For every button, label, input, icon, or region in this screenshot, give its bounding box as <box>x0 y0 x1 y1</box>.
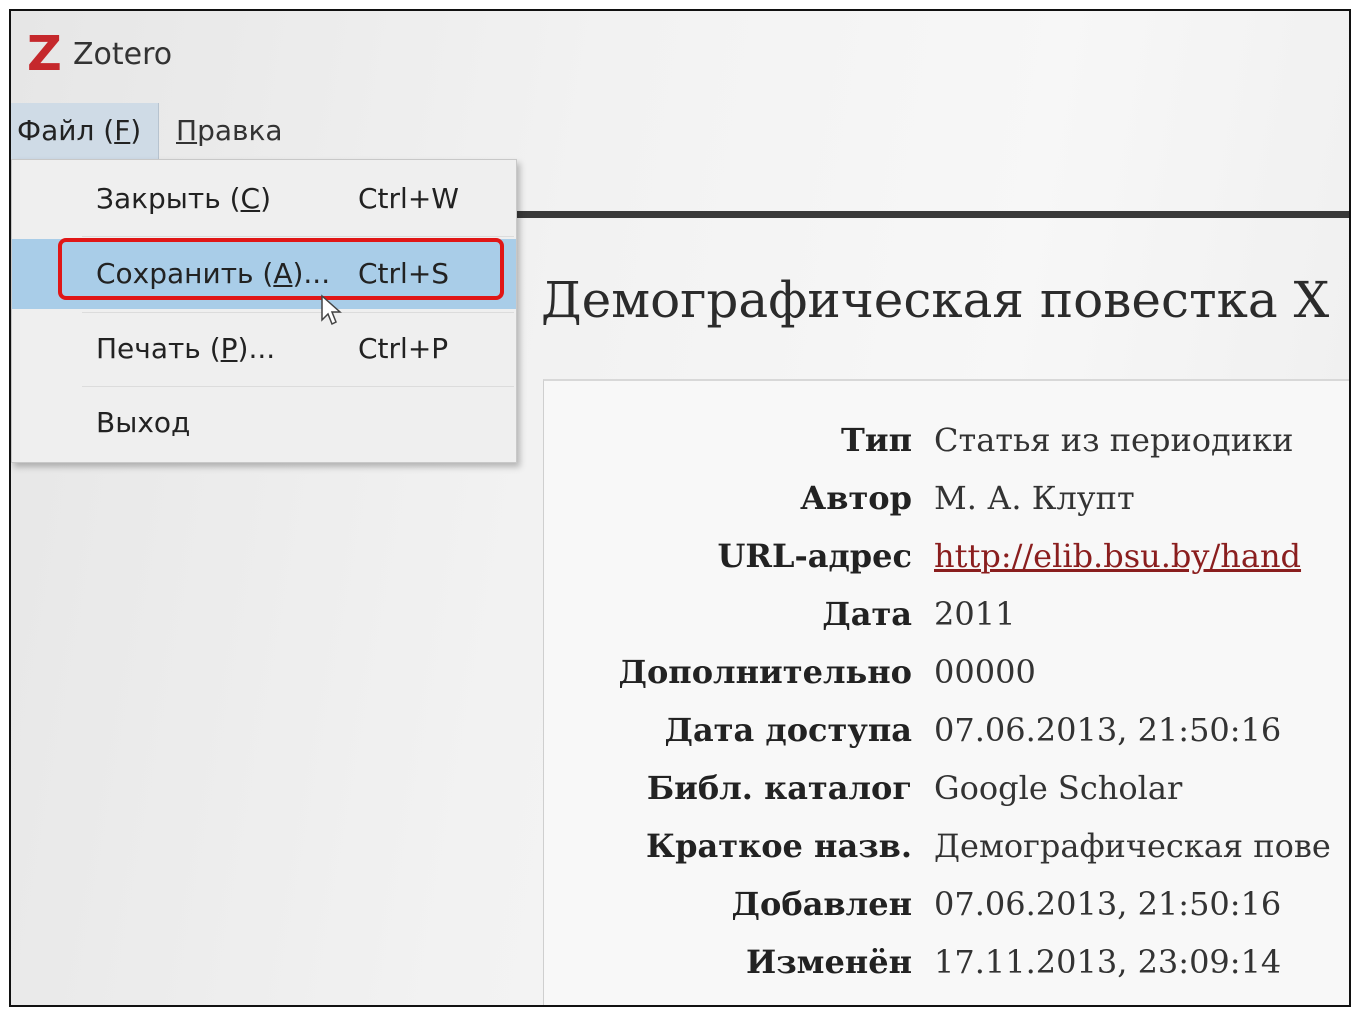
menu-item-shortcut: Ctrl+P <box>358 332 449 365</box>
field-value: 17.11.2013, 23:09:14 <box>934 943 1282 981</box>
field-row-date-modified: Изменён 17.11.2013, 23:09:14 <box>544 943 1349 1001</box>
field-value[interactable]: 07.06.2013, 21:50:16 <box>934 711 1281 749</box>
field-row-author: Автор М. А. Клупт <box>544 479 1349 537</box>
menu-item-print[interactable]: Печать (P)... Ctrl+P <box>12 314 516 384</box>
menu-separator <box>82 386 514 387</box>
menu-separator <box>82 312 514 313</box>
field-value[interactable]: 2011 <box>934 595 1015 633</box>
menu-item-exit[interactable]: Выход <box>12 388 516 458</box>
menu-file[interactable]: Файл (F) <box>11 103 159 159</box>
menu-edit-access-key: П <box>176 114 198 147</box>
field-value[interactable]: 00000 <box>934 653 1036 691</box>
menu-bar: Файл (F) Правка <box>11 103 1349 159</box>
title-bar: Z Zotero <box>11 11 1349 99</box>
field-key: Добавлен <box>731 885 912 923</box>
app-title: Zotero <box>73 37 173 72</box>
field-value[interactable]: Статья из периодики <box>934 421 1293 459</box>
menu-item-label: Печать (P)... <box>96 332 276 365</box>
zotero-logo-icon: Z <box>27 26 62 82</box>
field-key: Автор <box>800 479 912 517</box>
field-key: Изменён <box>745 943 912 981</box>
item-info-panel: Тип Статья из периодики Автор М. А. Клуп… <box>543 379 1349 1005</box>
field-row-extra: Дополнительно 00000 <box>544 653 1349 711</box>
field-key: Библ. каталог <box>646 769 912 807</box>
menu-item-close[interactable]: Закрыть (C) Ctrl+W <box>12 164 516 234</box>
field-value[interactable]: Google Scholar <box>934 769 1182 807</box>
field-row-short-title: Краткое назв. Демографическая пове <box>544 827 1349 885</box>
field-row-access-date: Дата доступа 07.06.2013, 21:50:16 <box>544 711 1349 769</box>
pane-divider <box>517 211 1349 218</box>
menu-edit-label: равка <box>197 114 283 147</box>
menu-item-label: Выход <box>96 406 191 439</box>
field-row-date-added: Добавлен 07.06.2013, 21:50:16 <box>544 885 1349 943</box>
menu-item-shortcut: Ctrl+W <box>358 182 459 215</box>
field-value: 07.06.2013, 21:50:16 <box>934 885 1282 923</box>
field-key: URL-адрес <box>717 537 912 575</box>
field-key: Краткое назв. <box>646 827 912 865</box>
menu-edit[interactable]: Правка <box>176 103 283 159</box>
field-value[interactable]: Демографическая пове <box>934 827 1331 865</box>
field-value[interactable]: М. А. Клупт <box>934 479 1135 517</box>
field-key: Дата доступа <box>664 711 912 749</box>
field-key: Дополнительно <box>618 653 912 691</box>
menu-item-label: Закрыть (C) <box>96 182 272 215</box>
mouse-cursor-icon <box>321 294 342 326</box>
document-title: Демографическая повестка Х <box>541 271 1330 329</box>
menu-separator <box>82 236 514 237</box>
field-row-type: Тип Статья из периодики <box>544 421 1349 479</box>
menu-file-label: Файл <box>17 114 95 147</box>
menu-file-hotkey: F <box>114 114 131 147</box>
field-key: Тип <box>841 421 912 459</box>
field-key: Дата <box>822 595 912 633</box>
field-row-date: Дата 2011 <box>544 595 1349 653</box>
screenshot-frame: Z Zotero Файл (F) Правка Демографическая… <box>9 9 1351 1007</box>
url-link[interactable]: http://elib.bsu.by/hand <box>934 537 1301 575</box>
file-menu-dropdown: Закрыть (C) Ctrl+W Сохранить (A)... Ctrl… <box>11 159 517 463</box>
field-row-url: URL-адрес http://elib.bsu.by/hand <box>544 537 1349 595</box>
field-row-library-catalog: Библ. каталог Google Scholar <box>544 769 1349 827</box>
highlight-callout <box>58 238 504 300</box>
